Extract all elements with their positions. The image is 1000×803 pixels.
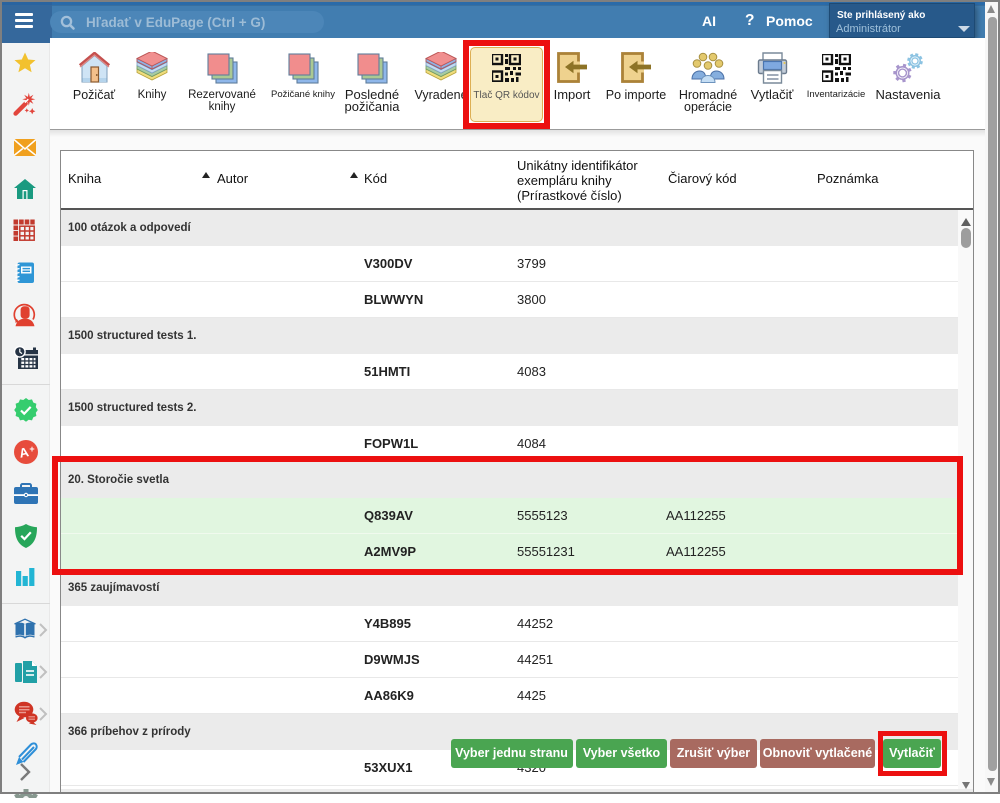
svg-text:+: + bbox=[29, 444, 34, 454]
